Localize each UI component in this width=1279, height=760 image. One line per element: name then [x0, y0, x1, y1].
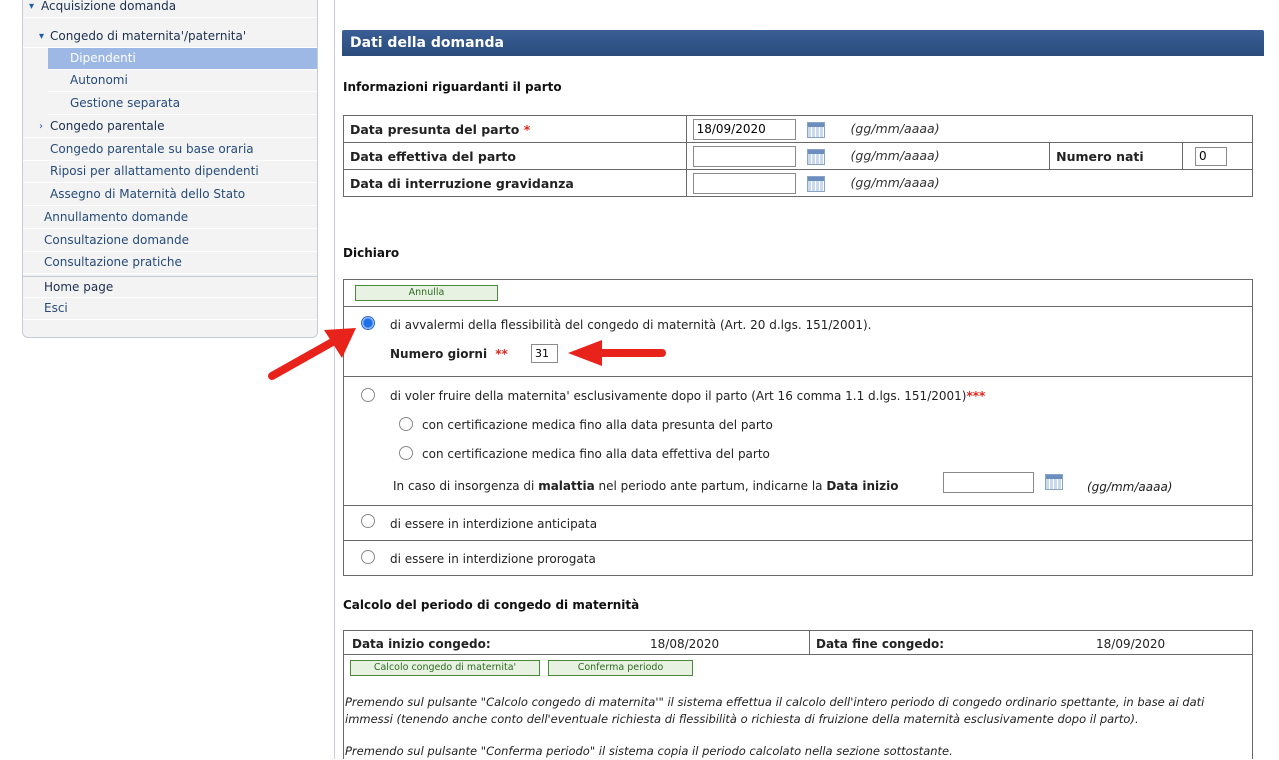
- table-row: Data effettiva del parto (gg/mm/aaaa) Nu…: [343, 142, 1253, 170]
- option-dopo-parto-text: di voler fruire della maternita' esclusi…: [390, 389, 985, 403]
- chevron-right-icon: ›: [39, 121, 43, 132]
- sidebar-item-autonomi[interactable]: Autonomi: [48, 70, 317, 92]
- divider: [343, 540, 1253, 541]
- data-effettiva-input[interactable]: [692, 145, 796, 167]
- sidebar-item-congedo-maternita[interactable]: ▾ Congedo di maternita'/paternita': [23, 26, 317, 48]
- red-arrow-left-icon: [568, 340, 666, 366]
- calendar-icon[interactable]: [806, 121, 825, 138]
- date-format-hint: (gg/mm/aaaa): [850, 121, 940, 136]
- radio-interdizione-anticipata[interactable]: [361, 514, 375, 528]
- data-presunta-input[interactable]: [692, 118, 796, 140]
- red-arrow-pointer-icon: [268, 328, 356, 380]
- data-interruzione-input[interactable]: [692, 172, 796, 194]
- note-conferma: Premendo sul pulsante "Conferma periodo"…: [345, 744, 953, 758]
- sidebar-item-consultazione-domande[interactable]: Consultazione domande: [23, 230, 317, 252]
- date-format-hint: (gg/mm/aaaa): [850, 175, 940, 190]
- note-calcolo: Premendo sul pulsante "Calcolo congedo d…: [345, 695, 1205, 726]
- radio-cert-presunta[interactable]: [399, 417, 413, 431]
- effettiva-input-cell: (gg/mm/aaaa): [685, 142, 1050, 170]
- divider: [343, 505, 1253, 506]
- numero-giorni-text: Numero giorni: [390, 347, 488, 361]
- section-title-dichiaro: Dichiaro: [343, 246, 400, 260]
- inizio-congedo-value: 18/08/2020: [650, 637, 720, 651]
- section-title-parto: Informazioni riguardanti il parto: [343, 80, 562, 94]
- sidebar-item-consultazione-pratiche[interactable]: Consultazione pratiche: [23, 252, 317, 274]
- sidebar-item-congedo-parentale[interactable]: › Congedo parentale: [23, 116, 317, 138]
- sidebar-item-acquisizione-domanda[interactable]: ▾ Acquisizione domanda: [23, 0, 317, 18]
- interruzione-input-cell: (gg/mm/aaaa): [685, 169, 1254, 197]
- inizio-congedo-label: Data inizio congedo:: [352, 637, 491, 651]
- conferma-periodo-button[interactable]: Conferma periodo: [548, 660, 693, 676]
- fine-congedo-label: Data fine congedo:: [816, 637, 945, 651]
- divider: [343, 654, 1253, 655]
- interruzione-label: Data di interruzione gravidanza: [343, 169, 687, 197]
- malattia-data-input[interactable]: [943, 472, 1034, 493]
- option-flessibilita-text: di avvalermi della flessibilità del cong…: [390, 318, 872, 332]
- annulla-button[interactable]: Annulla: [355, 285, 498, 301]
- divider: [809, 630, 810, 654]
- calendar-icon[interactable]: [806, 175, 825, 192]
- option-dopo-parto-label: di voler fruire della maternita' esclusi…: [390, 389, 967, 403]
- option-prorogata-text: di essere in interdizione prorogata: [390, 552, 596, 566]
- sidebar-item-esci[interactable]: Esci: [23, 298, 317, 320]
- sub-option-presunta-text: con certificazione medica fino alla data…: [422, 418, 773, 432]
- numero-nati-label: Numero nati: [1049, 142, 1183, 170]
- required-mark: *: [523, 121, 531, 137]
- sidebar-item-congedo-oraria[interactable]: Congedo parentale su base oraria: [23, 139, 317, 161]
- radio-dopo-parto[interactable]: [361, 388, 375, 402]
- page-title: Dati della domanda: [342, 30, 1264, 56]
- divider: [343, 376, 1253, 377]
- sidebar-nav: ▾ Acquisizione domanda ▾ Congedo di mate…: [22, 0, 318, 338]
- sidebar-item-dipendenti[interactable]: Dipendenti: [48, 48, 317, 70]
- malattia-mid: nel periodo ante partum, indicarne la: [598, 479, 823, 493]
- date-format-hint: (gg/mm/aaaa): [1087, 480, 1173, 494]
- malattia-pre: In caso di insorgenza di: [393, 479, 535, 493]
- presunta-label: Data presunta del parto: [350, 121, 520, 137]
- numero-giorni-label: Numero giorni **: [390, 347, 508, 361]
- table-row: Data di interruzione gravidanza (gg/mm/a…: [343, 169, 1254, 197]
- required-mark: ***: [966, 389, 986, 403]
- calendar-icon[interactable]: [806, 148, 825, 165]
- sidebar-item-home-page[interactable]: Home page: [23, 276, 317, 298]
- option-anticipata-text: di essere in interdizione anticipata: [390, 517, 598, 531]
- date-format-hint: (gg/mm/aaaa): [850, 148, 940, 163]
- sidebar-item-assegno-maternita[interactable]: Assegno di Maternità dello Stato: [23, 184, 317, 206]
- sidebar-item-riposi-allattamento[interactable]: Riposi per allattamento dipendenti: [23, 161, 317, 183]
- required-mark: **: [495, 347, 508, 361]
- fine-congedo-value: 18/09/2020: [1096, 637, 1166, 651]
- sub-option-effettiva-text: con certificazione medica fino alla data…: [422, 447, 770, 461]
- radio-cert-effettiva[interactable]: [399, 446, 413, 460]
- sidebar-item-gestione-separata[interactable]: Gestione separata: [48, 93, 317, 115]
- calcolo-congedo-button[interactable]: Calcolo congedo di maternita': [350, 660, 540, 676]
- section-title-calcolo: Calcolo del periodo di congedo di matern…: [343, 598, 640, 612]
- malattia-bold2: Data inizio: [826, 479, 899, 493]
- chevron-down-icon: ▾: [39, 31, 45, 42]
- presunta-input-cell: (gg/mm/aaaa): [685, 115, 1254, 143]
- malattia-bold: malattia: [538, 479, 595, 493]
- presunta-label-cell: Data presunta del parto *: [343, 115, 687, 143]
- parto-table: Data presunta del parto * (gg/mm/aaaa) D…: [343, 115, 1254, 197]
- divider: [343, 306, 1253, 307]
- numero-giorni-input[interactable]: [531, 344, 558, 363]
- calendar-icon[interactable]: [1045, 474, 1063, 490]
- table-row: Data presunta del parto * (gg/mm/aaaa): [343, 115, 1254, 143]
- effettiva-label: Data effettiva del parto: [343, 142, 687, 170]
- radio-interdizione-prorogata[interactable]: [361, 550, 375, 564]
- sidebar-item-annullamento[interactable]: Annullamento domande: [23, 207, 317, 229]
- malattia-text: In caso di insorgenza di malattia nel pe…: [393, 479, 899, 493]
- numero-nati-cell: [1182, 142, 1253, 170]
- chevron-down-icon: ▾: [29, 1, 35, 12]
- numero-nati-input[interactable]: [1195, 146, 1227, 166]
